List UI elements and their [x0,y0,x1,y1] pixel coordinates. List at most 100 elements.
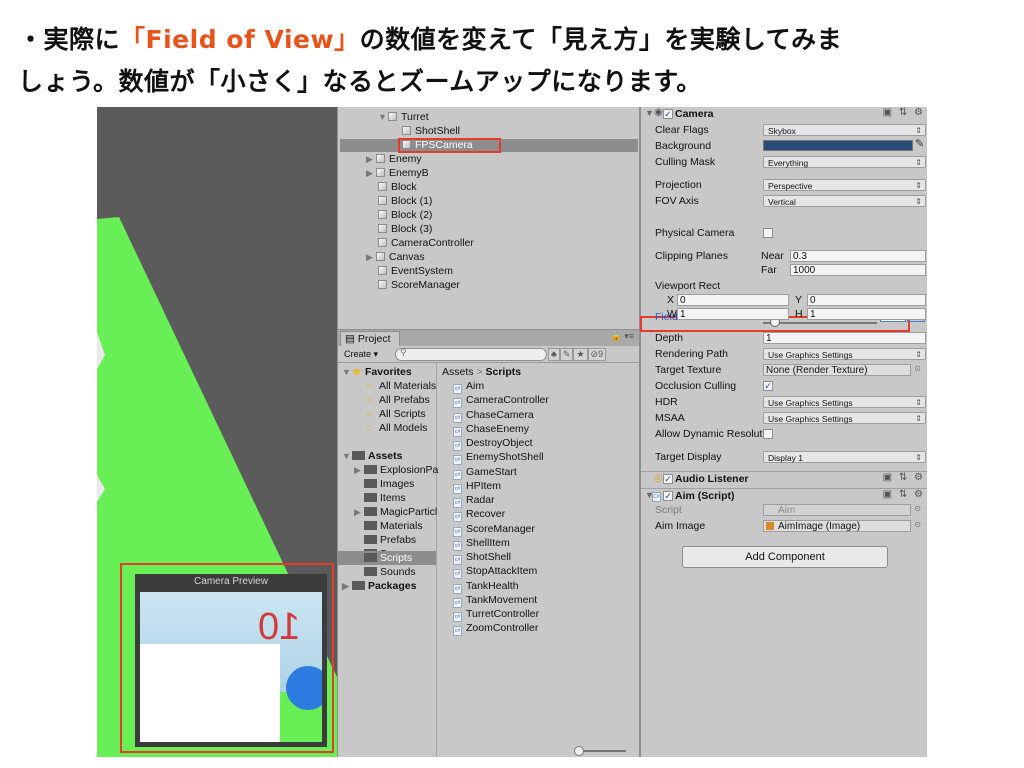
hidden-count-icon[interactable]: ⊘9 [587,348,607,361]
fov-slider-track[interactable] [763,322,877,324]
hierarchy-item-fpscamera[interactable]: FPSCamera [402,138,473,152]
breadcrumb-current[interactable]: Scripts [486,366,522,378]
favorite-item[interactable]: ○ All Prefabs [366,393,430,407]
script-file-item[interactable]: c# ChaseEnemy [453,422,529,437]
assets-header[interactable]: ▼ Assets [342,449,402,463]
expand-arrow-icon[interactable]: ▶ [366,250,376,264]
inspector-panel[interactable]: ▼ ◉ ✓ Camera ▣ ⇅ ⚙ Clear Flags Skybox Ba… [639,107,927,757]
fov-axis-dropdown[interactable]: Vertical [763,195,926,208]
expand-arrow-icon[interactable]: ▼ [342,449,352,463]
script-file-item[interactable]: c# ShotShell [453,550,511,565]
target-display-dropdown[interactable]: Display 1 [763,451,926,464]
camera-component-header[interactable]: ▼ ◉ ✓ Camera ▣ ⇅ ⚙ [641,107,927,122]
script-file-item[interactable]: c# ZoomController [453,621,538,637]
hierarchy-item-enemy[interactable]: ▶ Enemy [366,152,422,166]
folder-item[interactable]: ▶ ExplosionPa [354,463,438,477]
project-file-list[interactable]: Assets > Scripts c# Aim c# CameraController… [437,363,640,757]
scene-view[interactable]: Camera Preview 10 [97,107,337,757]
msaa-dropdown[interactable]: Use Graphics Settings [763,412,926,425]
project-search-input[interactable]: ⚲ [395,347,547,361]
hierarchy-item-eventsystem[interactable]: EventSystem [378,264,453,278]
expand-arrow-icon[interactable]: ▶ [354,505,364,519]
breadcrumb-root[interactable]: Assets [442,366,474,378]
tab-project[interactable]: ▤ Project [340,331,400,346]
folder-item[interactable]: Images [364,477,414,491]
script-file-item[interactable]: c# TankMovement [453,593,537,608]
audio-listener-checkbox[interactable]: ✓ [663,474,673,484]
script-file-item[interactable]: c# Recover [453,507,505,523]
hierarchy-item-block[interactable]: Block [378,180,417,194]
component-menu-icons[interactable]: ▣ ⇅ ⚙ [883,107,925,118]
object-picker-icon[interactable]: ⊙ [914,364,921,373]
filter-label-icon[interactable]: ✎ [559,348,574,361]
expand-arrow-icon[interactable]: ▶ [366,166,376,180]
far-input[interactable]: 1000 [790,264,926,276]
projection-dropdown[interactable]: Perspective [763,179,926,192]
fold-arrow-icon[interactable]: ▼ [645,108,654,118]
viewport-w-input[interactable]: 1 [677,308,789,320]
dynamic-resolution-checkbox[interactable] [763,429,773,439]
occlusion-culling-checkbox[interactable]: ✓ [763,381,773,391]
project-panel[interactable]: ▤ Project 🔒 ▾≡ Create ▾ ⚲ ♣ ✎ ★ ⊘9 ▼★ Favori… [337,329,640,757]
target-texture-field[interactable]: None (Render Texture) [763,364,911,376]
script-file-item[interactable]: c# ShellItem [453,536,510,551]
script-file-item[interactable]: c# Aim [453,379,484,394]
expand-arrow-icon[interactable]: ▶ [366,152,376,166]
script-file-item[interactable]: c# GameStart [453,465,517,480]
script-file-item[interactable]: c# ScoreManager [453,522,535,537]
lock-menu-icon[interactable]: 🔒 ▾≡ [611,331,634,342]
favorite-item[interactable]: ○ All Scripts [366,407,426,421]
aim-image-field[interactable]: AimImage (Image) [763,520,911,532]
script-file-item[interactable]: c# Radar [453,493,495,508]
hdr-dropdown[interactable]: Use Graphics Settings [763,396,926,409]
component-menu-icons[interactable]: ▣ ⇅ ⚙ [883,489,925,500]
expand-arrow-icon[interactable]: ▼ [342,365,352,379]
script-file-item[interactable]: c# CameraController [453,393,549,409]
expand-arrow-icon[interactable]: ▼ [378,110,388,124]
viewport-y-input[interactable]: 0 [807,294,926,306]
hierarchy-item-canvas[interactable]: ▶ Canvas [366,250,425,264]
folder-item[interactable]: Items [364,491,406,505]
favorite-item[interactable]: ○ All Materials [366,379,436,393]
clear-flags-dropdown[interactable]: Skybox [763,124,926,137]
hierarchy-item-block-2[interactable]: Block (2) [378,208,432,222]
background-color-field[interactable] [763,140,913,151]
hierarchy-item-scoremanager[interactable]: ScoreManager [378,278,460,292]
camera-enabled-checkbox[interactable]: ✓ [663,109,673,119]
script-file-item[interactable]: c# DestroyObject [453,436,533,451]
expand-arrow-icon[interactable]: ▶ [342,579,352,593]
script-file-item[interactable]: c# TurretController [453,607,539,622]
folder-item[interactable]: Materials [364,519,423,533]
hierarchy-item-enemyb[interactable]: ▶ EnemyB [366,166,429,180]
script-file-item[interactable]: c# StopAttackItem [453,564,537,580]
expand-arrow-icon[interactable]: ▶ [354,463,364,477]
rendering-path-dropdown[interactable]: Use Graphics Settings [763,348,926,361]
hierarchy-panel[interactable]: ▼ Turret ShotShell FPSCamera ▶ Enemy ▶ Enem… [337,107,640,329]
hierarchy-item-block-3[interactable]: Block (3) [378,222,432,236]
object-picker-icon[interactable]: ⊙ [914,520,921,529]
script-file-item[interactable]: c# HPItem [453,479,501,494]
hierarchy-item-cameracontroller[interactable]: CameraController [378,236,474,250]
physical-camera-checkbox[interactable] [763,228,773,238]
zoom-slider[interactable] [574,746,626,756]
viewport-h-input[interactable]: 1 [807,308,926,320]
create-dropdown[interactable]: Create ▾ [344,348,378,360]
aim-script-checkbox[interactable]: ✓ [663,491,673,501]
hierarchy-item-block-1[interactable]: Block (1) [378,194,432,208]
culling-mask-dropdown[interactable]: Everything [763,156,926,169]
eyedropper-icon[interactable]: ✎ [915,137,924,150]
folder-item[interactable]: ▶ MagicParticl [354,505,437,519]
audio-listener-header[interactable]: ◎ ✓ Audio Listener ▣ ⇅ ⚙ [641,471,927,487]
depth-input[interactable]: 1 [763,332,926,344]
favorite-star-icon[interactable]: ★ [573,348,588,361]
project-folder-tree[interactable]: ▼★ Favorites ○ All Materials ○ All Prefabs … [338,363,438,757]
script-file-item[interactable]: c# TankHealth [453,579,519,594]
add-component-button[interactable]: Add Component [682,546,888,568]
script-file-item[interactable]: c# ChaseCamera [453,408,534,423]
folder-item-selected[interactable]: Scripts [364,551,412,565]
folder-item[interactable]: Sounds [364,565,416,579]
hierarchy-item-shotshell[interactable]: ShotShell [402,124,460,138]
filter-type-icon[interactable]: ♣ [548,348,560,361]
favorite-item[interactable]: ○ All Models [366,421,427,435]
viewport-x-input[interactable]: 0 [677,294,789,306]
